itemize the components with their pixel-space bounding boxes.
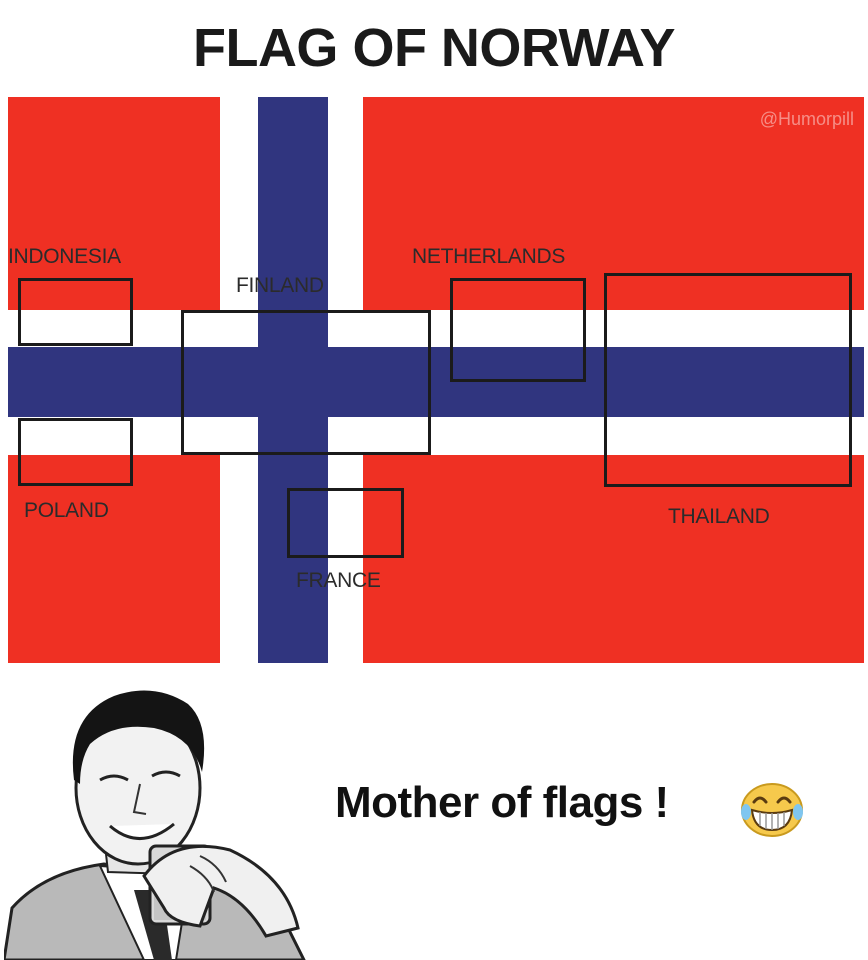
- netherlands-region-box: [450, 278, 586, 382]
- meme-title: FLAG OF NORWAY: [192, 18, 676, 78]
- thailand-region-box: [604, 273, 852, 487]
- laughing-emoji-icon: [741, 783, 803, 837]
- finland-region-box: [181, 310, 431, 455]
- poland-label: POLAND: [24, 499, 109, 522]
- netherlands-label: NETHERLANDS: [412, 245, 566, 268]
- france-label: FRANCE: [296, 569, 381, 592]
- laughing-man-drinking-illustration: [4, 690, 306, 960]
- indonesia-region-box: [18, 278, 133, 346]
- watermark: @Humorpill: [759, 109, 854, 129]
- norway-flag: @Humorpill INDONESIA POLAND FINLAND NETH…: [8, 97, 864, 663]
- meme-caption: Mother of flags !: [335, 778, 669, 827]
- thailand-label: THAILAND: [668, 505, 770, 528]
- indonesia-label: INDONESIA: [8, 245, 121, 268]
- poland-region-box: [18, 418, 133, 486]
- france-region-box: [287, 488, 404, 558]
- finland-label: FINLAND: [236, 274, 324, 297]
